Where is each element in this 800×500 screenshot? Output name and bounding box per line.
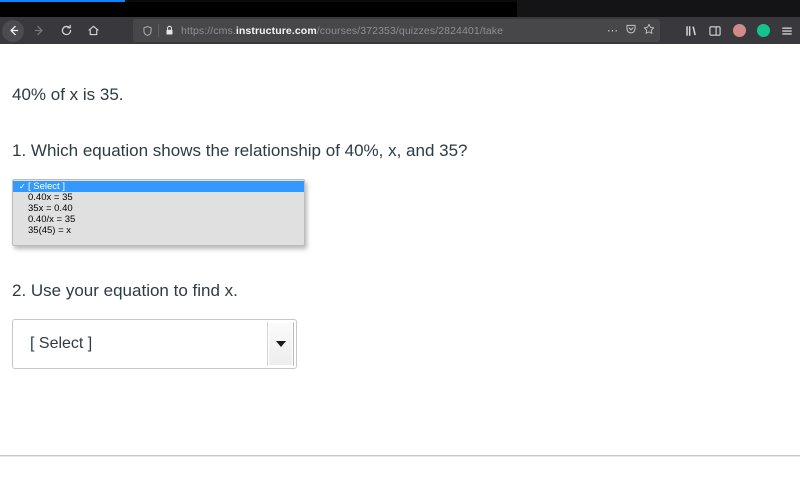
dropdown-option-label: [ Select ] bbox=[28, 181, 65, 193]
dropdown-option-select[interactable]: ✓ [ Select ] bbox=[13, 181, 304, 193]
address-bar-url[interactable]: https://cms.instructure.com/courses/3723… bbox=[181, 25, 601, 37]
avatar bbox=[732, 24, 746, 37]
question-2-select-wrapper: [ Select ] bbox=[12, 319, 800, 370]
url-subdomain: cms. bbox=[213, 24, 236, 37]
dropdown-option-3[interactable]: 0.40/x = 35 bbox=[13, 214, 304, 225]
dropdown-option-1[interactable]: 0.40x = 35 bbox=[13, 192, 304, 203]
caret-glyph bbox=[275, 341, 286, 348]
shield-icon[interactable] bbox=[138, 25, 156, 37]
page-content: 40% of x is 35. 1. Which equation shows … bbox=[0, 44, 800, 500]
dropdown-option-2[interactable]: 35x = 0.40 bbox=[13, 203, 304, 214]
dropdown-list-padding bbox=[13, 236, 304, 245]
back-icon[interactable] bbox=[2, 19, 24, 42]
browser-tab-active[interactable] bbox=[0, 2, 517, 17]
quiz-stem-text: 40% of x is 35. bbox=[12, 85, 124, 104]
sync-dot bbox=[756, 24, 770, 37]
hamburger-menu-icon[interactable] bbox=[776, 20, 798, 42]
url-host: instructure.com bbox=[235, 24, 317, 37]
account-avatar[interactable] bbox=[728, 20, 750, 42]
question-2-label: 2. Use your equation to find x. bbox=[12, 281, 238, 301]
reload-icon[interactable] bbox=[54, 20, 78, 42]
dropdown-option-label: 35(45) = x bbox=[28, 225, 72, 237]
address-bar-divider bbox=[158, 24, 159, 37]
check-icon: ✓ bbox=[19, 182, 26, 192]
address-bar[interactable]: https://cms.instructure.com/courses/3723… bbox=[133, 19, 660, 42]
library-icon[interactable] bbox=[680, 20, 702, 42]
browser-chrome: https://cms.instructure.com/courses/3723… bbox=[0, 0, 800, 44]
address-bar-actions: ⋯ bbox=[607, 22, 655, 40]
question-1-dropdown-list[interactable]: ✓ [ Select ] 0.40x = 35 35x = 0.40 0.40/… bbox=[12, 179, 305, 247]
question-2-select-value: [ Select ] bbox=[30, 335, 93, 353]
lock-icon[interactable] bbox=[163, 25, 176, 36]
dropdown-option-label: 0.40x = 35 bbox=[28, 192, 73, 204]
url-path: /courses/372353/quizzes/2824401/take bbox=[316, 24, 504, 37]
sidebar-icon[interactable] bbox=[704, 20, 726, 42]
browser-toolbar-right bbox=[680, 19, 798, 42]
sync-status-icon[interactable] bbox=[752, 20, 774, 42]
dropdown-option-label: 0.40/x = 35 bbox=[28, 214, 76, 226]
page-actions-icon[interactable]: ⋯ bbox=[607, 25, 619, 36]
home-icon[interactable] bbox=[81, 20, 105, 42]
dropdown-option-4[interactable]: 35(45) = x bbox=[13, 225, 304, 236]
forward-icon bbox=[27, 20, 51, 42]
content-divider bbox=[0, 455, 800, 457]
url-scheme: https:// bbox=[181, 24, 214, 37]
tab-strip-empty-area[interactable] bbox=[517, 0, 800, 17]
tab-loading-accent bbox=[0, 0, 125, 2]
dropdown-option-label: 35x = 0.40 bbox=[28, 203, 73, 215]
chevron-down-icon[interactable] bbox=[267, 322, 294, 367]
quiz-question-body: 40% of x is 35. 1. Which equation shows … bbox=[0, 44, 800, 370]
tab-strip bbox=[0, 0, 800, 17]
bookmark-star-icon[interactable] bbox=[643, 22, 655, 40]
save-to-pocket-icon[interactable] bbox=[625, 22, 637, 40]
question-1-label: 1. Which equation shows the relationship… bbox=[12, 141, 468, 161]
question-2-select[interactable]: [ Select ] bbox=[12, 319, 297, 370]
